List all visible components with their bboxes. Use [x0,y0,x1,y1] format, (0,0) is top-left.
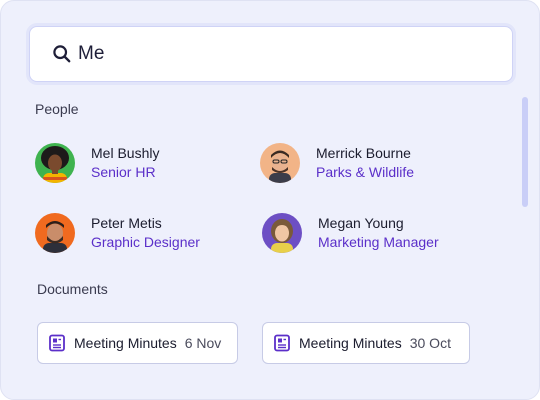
document-date: 30 Oct [409,335,451,351]
documents-heading: Documents [37,281,108,297]
person-role: Graphic Designer [91,234,200,250]
document-title: Meeting Minutes [299,335,402,351]
person-role: Marketing Manager [318,234,439,250]
avatar [260,143,300,183]
document-chip[interactable]: Meeting Minutes 6 Nov [37,322,238,364]
person-name: Megan Young [318,215,404,231]
people-heading: People [35,101,79,117]
person-peter-metis[interactable]: Peter Metis Graphic Designer [35,213,200,253]
document-date: 6 Nov [184,335,222,351]
person-merrick-bourne[interactable]: Merrick Bourne Parks & Wildlife [260,143,414,183]
document-icon [48,334,66,352]
document-title: Meeting Minutes [74,335,177,351]
avatar [262,213,302,253]
search-icon [52,44,72,64]
search-box[interactable] [29,26,513,82]
person-mel-bushly[interactable]: Mel Bushly Senior HR [35,143,159,183]
person-megan-young[interactable]: Megan Young Marketing Manager [262,213,439,253]
person-name: Merrick Bourne [316,145,411,161]
scrollbar[interactable] [522,97,528,207]
person-name: Mel Bushly [91,145,160,161]
person-role: Parks & Wildlife [316,164,415,180]
avatar [35,213,75,253]
avatar [35,143,75,183]
search-panel: People Mel Bushly Senior HR [0,0,540,400]
person-role: Senior HR [91,164,156,180]
document-icon [273,334,291,352]
search-input[interactable] [78,43,478,65]
person-name: Peter Metis [91,215,162,231]
document-chip[interactable]: Meeting Minutes 30 Oct [262,322,470,364]
